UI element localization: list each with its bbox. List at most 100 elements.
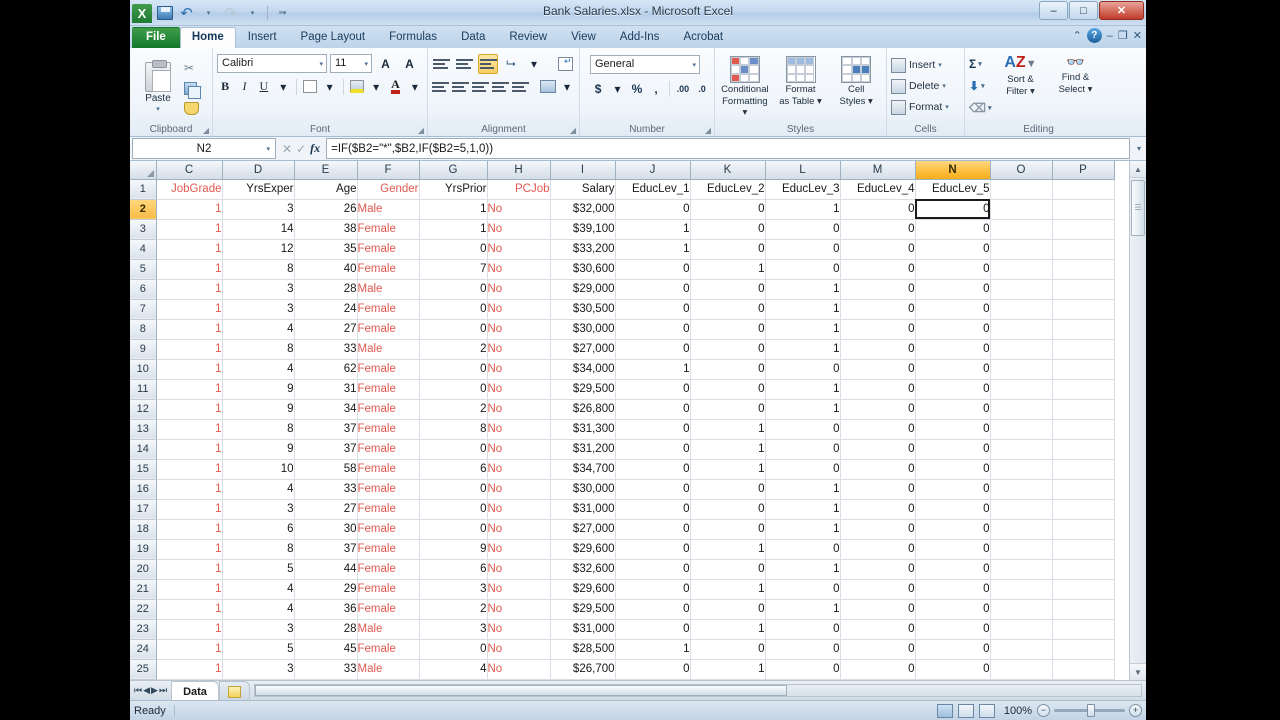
cell-P8[interactable] xyxy=(1052,319,1115,340)
cell-O4[interactable] xyxy=(990,239,1053,260)
cell-K8[interactable]: 0 xyxy=(690,319,766,340)
cell-P12[interactable] xyxy=(1052,399,1115,420)
comma-style-button[interactable]: , xyxy=(648,79,664,99)
cell-I6[interactable]: $29,000 xyxy=(550,279,616,300)
cell-P3[interactable] xyxy=(1052,219,1115,240)
fill-button[interactable]: ⬇ ▾ xyxy=(969,76,991,96)
cell-H10[interactable]: No xyxy=(487,359,551,380)
italic-button[interactable]: I xyxy=(236,77,252,97)
copy-button[interactable]: ▾ xyxy=(184,80,202,99)
cell-L2[interactable]: 1 xyxy=(765,199,841,220)
cell-G17[interactable]: 0 xyxy=(419,499,488,520)
cell-F20[interactable]: Female xyxy=(357,559,420,580)
cell-I10[interactable]: $34,000 xyxy=(550,359,616,380)
fill-color-dropdown-icon[interactable]: ▾ xyxy=(368,77,384,97)
cell-J18[interactable]: 0 xyxy=(615,519,691,540)
tab-acrobat[interactable]: Acrobat xyxy=(671,27,735,48)
column-header-k[interactable]: K xyxy=(690,161,766,180)
cell-N19[interactable]: 0 xyxy=(915,539,991,560)
row-header-4[interactable]: 4 xyxy=(130,239,157,260)
cell-E12[interactable]: 34 xyxy=(294,399,358,420)
cell-C23[interactable]: 1 xyxy=(156,619,223,640)
cell-P13[interactable] xyxy=(1052,419,1115,440)
cell-header-O1[interactable] xyxy=(990,179,1053,200)
fill-color-button[interactable] xyxy=(349,77,365,97)
cell-M10[interactable]: 0 xyxy=(840,359,916,380)
cell-G11[interactable]: 0 xyxy=(419,379,488,400)
cell-M16[interactable]: 0 xyxy=(840,479,916,500)
cell-I4[interactable]: $33,200 xyxy=(550,239,616,260)
last-sheet-icon[interactable]: ⏭ xyxy=(159,685,167,696)
cell-H21[interactable]: No xyxy=(487,579,551,600)
cell-I25[interactable]: $26,700 xyxy=(550,659,616,680)
cell-G21[interactable]: 3 xyxy=(419,579,488,600)
cell-P22[interactable] xyxy=(1052,599,1115,620)
scroll-up-arrow-icon[interactable]: ▲ xyxy=(1130,161,1146,178)
cell-K10[interactable]: 0 xyxy=(690,359,766,380)
cell-G18[interactable]: 0 xyxy=(419,519,488,540)
cell-O11[interactable] xyxy=(990,379,1053,400)
cell-G2[interactable]: 1 xyxy=(419,199,488,220)
cell-O14[interactable] xyxy=(990,439,1053,460)
minimize-ribbon-icon[interactable]: ⌃ xyxy=(1073,29,1082,42)
cell-N12[interactable]: 0 xyxy=(915,399,991,420)
cell-D6[interactable]: 3 xyxy=(222,279,295,300)
cell-L19[interactable]: 0 xyxy=(765,539,841,560)
align-left-button[interactable] xyxy=(432,77,449,97)
cell-E19[interactable]: 37 xyxy=(294,539,358,560)
cell-O19[interactable] xyxy=(990,539,1053,560)
cell-M7[interactable]: 0 xyxy=(840,299,916,320)
cell-P23[interactable] xyxy=(1052,619,1115,640)
cell-D25[interactable]: 3 xyxy=(222,659,295,680)
cell-M24[interactable]: 0 xyxy=(840,639,916,660)
cell-H9[interactable]: No xyxy=(487,339,551,360)
cell-D12[interactable]: 9 xyxy=(222,399,295,420)
cell-header-I1[interactable]: Salary xyxy=(550,179,616,200)
cell-M4[interactable]: 0 xyxy=(840,239,916,260)
minimize-button[interactable]: – xyxy=(1039,1,1068,20)
font-size-input[interactable]: 11 ▾ xyxy=(330,54,372,73)
align-center-button[interactable] xyxy=(452,77,469,97)
cell-N6[interactable]: 0 xyxy=(915,279,991,300)
column-header-n[interactable]: N xyxy=(915,161,991,180)
cell-C2[interactable]: 1 xyxy=(156,199,223,220)
cell-E14[interactable]: 37 xyxy=(294,439,358,460)
cell-I12[interactable]: $26,800 xyxy=(550,399,616,420)
column-header-o[interactable]: O xyxy=(990,161,1053,180)
cell-D9[interactable]: 8 xyxy=(222,339,295,360)
column-header-m[interactable]: M xyxy=(840,161,916,180)
row-header-9[interactable]: 9 xyxy=(130,339,157,360)
cell-H8[interactable]: No xyxy=(487,319,551,340)
bold-button[interactable]: B xyxy=(217,77,233,97)
help-icon[interactable]: ? xyxy=(1086,28,1102,43)
cell-I5[interactable]: $30,600 xyxy=(550,259,616,280)
cell-I16[interactable]: $30,000 xyxy=(550,479,616,500)
cell-header-F1[interactable]: Gender xyxy=(357,179,420,200)
cell-H20[interactable]: No xyxy=(487,559,551,580)
cell-C17[interactable]: 1 xyxy=(156,499,223,520)
cell-I21[interactable]: $29,600 xyxy=(550,579,616,600)
cell-G16[interactable]: 0 xyxy=(419,479,488,500)
cell-G22[interactable]: 2 xyxy=(419,599,488,620)
cell-L22[interactable]: 1 xyxy=(765,599,841,620)
vertical-scroll-track[interactable]: ☰ xyxy=(1130,178,1146,663)
cell-F12[interactable]: Female xyxy=(357,399,420,420)
cell-K23[interactable]: 1 xyxy=(690,619,766,640)
row-header-13[interactable]: 13 xyxy=(130,419,157,440)
cell-J11[interactable]: 0 xyxy=(615,379,691,400)
cell-D10[interactable]: 4 xyxy=(222,359,295,380)
cell-N11[interactable]: 0 xyxy=(915,379,991,400)
cell-D17[interactable]: 3 xyxy=(222,499,295,520)
cell-K18[interactable]: 0 xyxy=(690,519,766,540)
cell-P7[interactable] xyxy=(1052,299,1115,320)
cell-H11[interactable]: No xyxy=(487,379,551,400)
percent-style-button[interactable]: % xyxy=(629,79,645,99)
tab-file[interactable]: File xyxy=(132,27,180,48)
number-dialog-launcher[interactable]: ◢ xyxy=(705,126,711,135)
orientation-dropdown-icon[interactable]: ▾ xyxy=(524,54,544,74)
close-button[interactable]: ✕ xyxy=(1099,1,1144,20)
expand-formula-bar-icon[interactable]: ▾ xyxy=(1132,137,1146,160)
row-header-24[interactable]: 24 xyxy=(130,639,157,660)
cell-J12[interactable]: 0 xyxy=(615,399,691,420)
cell-K12[interactable]: 0 xyxy=(690,399,766,420)
